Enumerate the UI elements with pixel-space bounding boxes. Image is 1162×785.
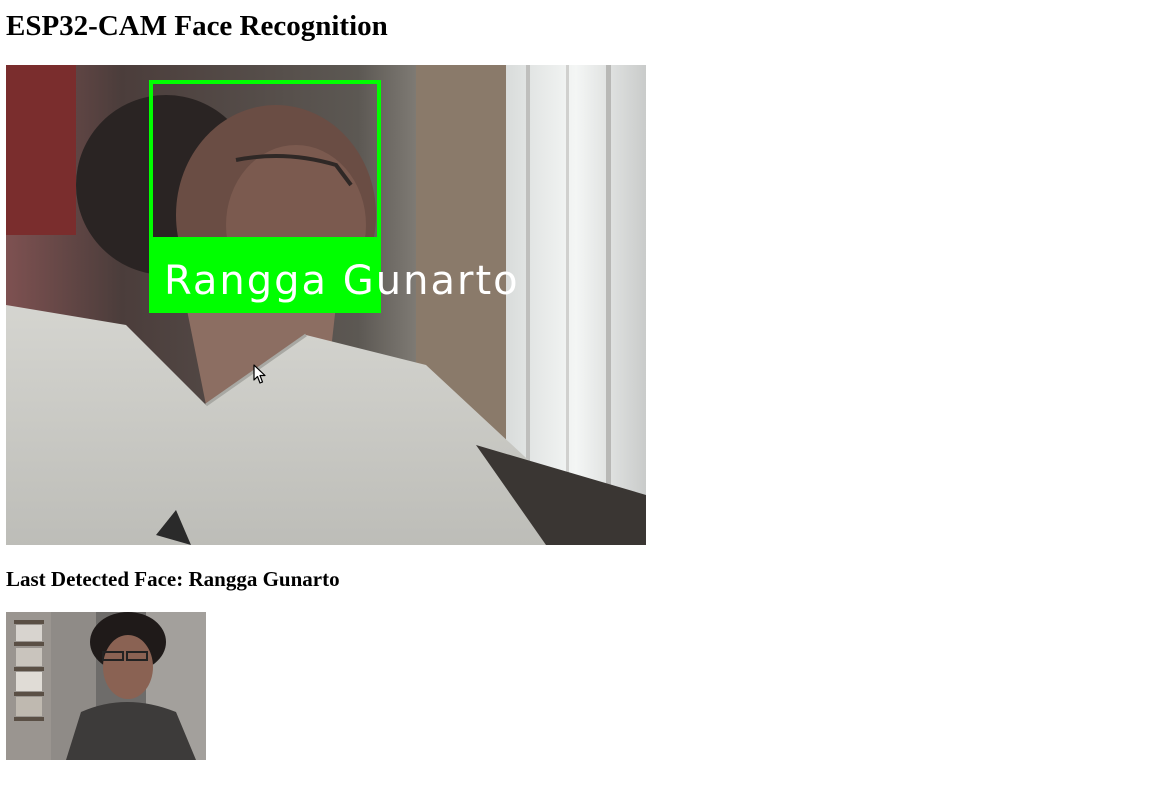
last-detected-face-thumbnail <box>6 612 206 760</box>
page-title: ESP32-CAM Face Recognition <box>6 10 388 42</box>
camera-stream: Rangga Gunarto <box>6 65 646 545</box>
detected-face-name-overlay: Rangga Gunarto <box>164 258 520 304</box>
face-snapshot-image <box>6 612 206 760</box>
camera-frame-image <box>6 65 646 545</box>
last-detected-face-label: Last Detected Face: Rangga Gunarto <box>6 567 340 591</box>
mouse-pointer-icon <box>253 364 266 384</box>
